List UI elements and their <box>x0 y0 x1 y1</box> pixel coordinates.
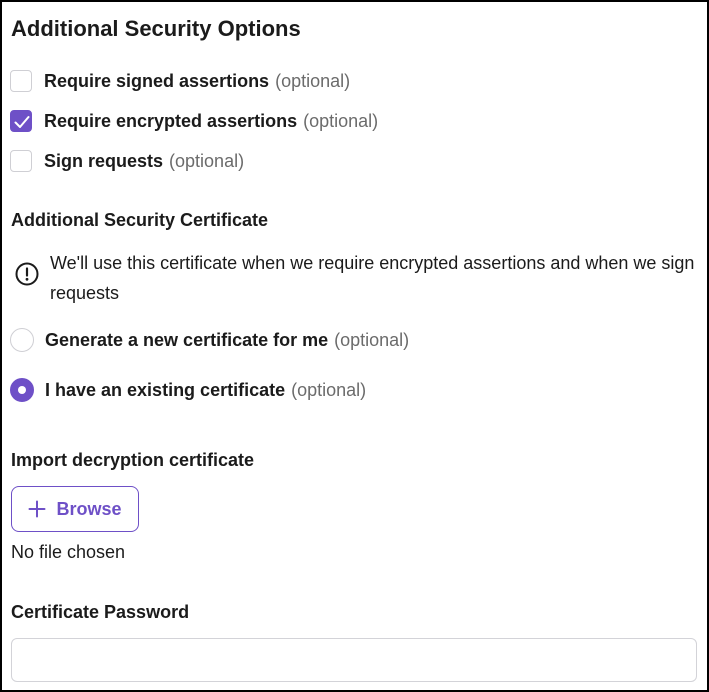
radio-generate-new-certificate[interactable]: Generate a new certificate for me (optio… <box>10 327 409 353</box>
page-title: Additional Security Options <box>11 16 301 41</box>
password-section-heading: Certificate Password <box>11 602 190 622</box>
option-label: Sign requests <box>44 150 164 171</box>
optional-tag: (optional) <box>334 329 410 350</box>
browse-button-label: Browse <box>56 498 122 519</box>
certificate-info-text: We'll use this certificate when we requi… <box>50 253 695 303</box>
option-require-signed-assertions[interactable]: Require signed assertions (optional) <box>10 68 350 94</box>
existing-certificate-radio[interactable] <box>10 378 34 402</box>
exclamation-circle-icon <box>15 262 39 286</box>
certificate-password-input[interactable] <box>11 638 697 682</box>
checkmark-icon <box>14 116 30 128</box>
sign-requests-checkbox[interactable] <box>10 150 32 172</box>
option-label: Require encrypted assertions <box>44 110 298 131</box>
certificate-section-heading: Additional Security Certificate <box>11 210 269 230</box>
security-options-panel: Additional Security Options Require sign… <box>0 0 709 692</box>
browse-button[interactable]: Browse <box>11 486 139 532</box>
option-label: Require signed assertions <box>44 70 270 91</box>
option-sign-requests[interactable]: Sign requests (optional) <box>10 148 244 174</box>
plus-icon <box>28 500 46 518</box>
generate-certificate-radio[interactable] <box>10 328 34 352</box>
require-signed-assertions-checkbox[interactable] <box>10 70 32 92</box>
optional-tag: (optional) <box>169 150 245 171</box>
option-require-encrypted-assertions[interactable]: Require encrypted assertions (optional) <box>10 108 378 134</box>
require-encrypted-assertions-checkbox[interactable] <box>10 110 32 132</box>
import-section-heading: Import decryption certificate <box>11 450 255 470</box>
radio-label: I have an existing certificate <box>45 379 286 400</box>
certificate-info-note: We'll use this certificate when we requi… <box>14 248 704 308</box>
radio-existing-certificate[interactable]: I have an existing certificate (optional… <box>10 377 366 403</box>
optional-tag: (optional) <box>291 379 367 400</box>
file-status-text: No file chosen <box>11 542 126 562</box>
optional-tag: (optional) <box>275 70 351 91</box>
radio-label: Generate a new certificate for me <box>45 329 329 350</box>
optional-tag: (optional) <box>303 110 379 131</box>
